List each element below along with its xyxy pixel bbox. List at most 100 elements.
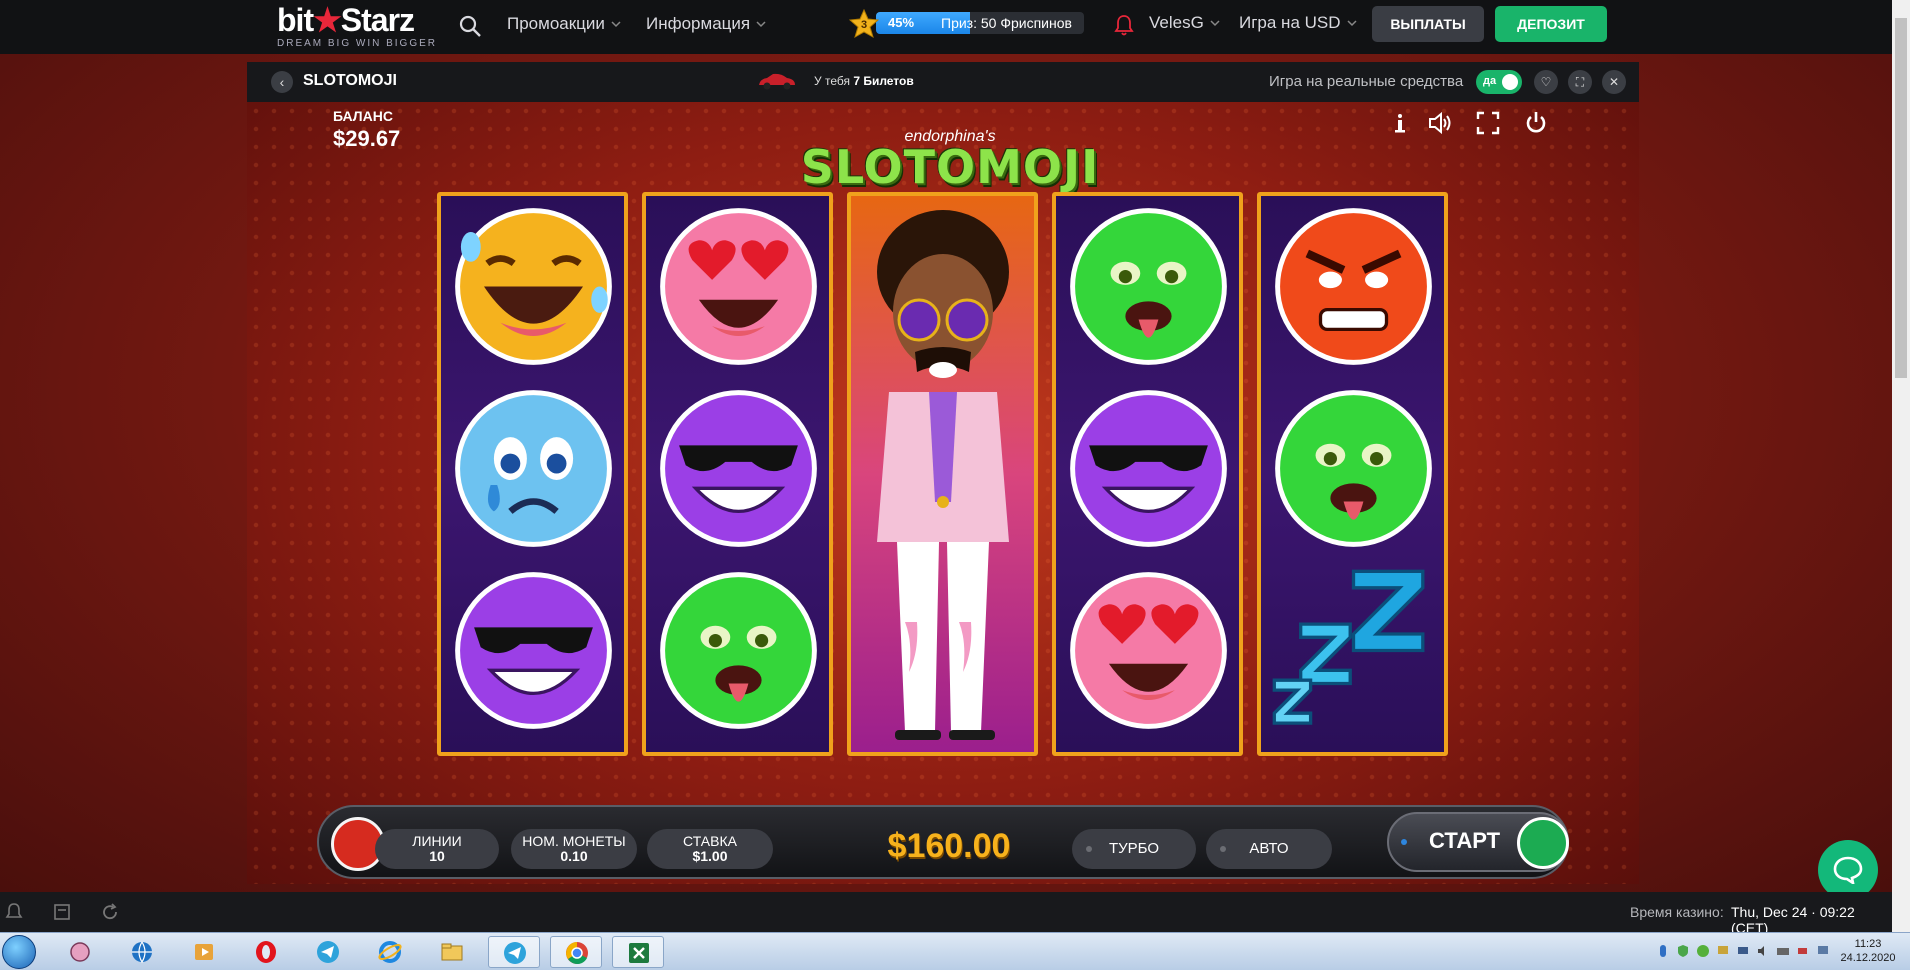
tickets-info: У тебя 7 Билетов — [814, 74, 914, 88]
logo-text-a: bit — [277, 2, 314, 38]
tray-shield-icon[interactable] — [1676, 944, 1690, 958]
game-canvas[interactable]: БАЛАНС $29.67 endorphina's SLOTOMOJI ЛИН… — [247, 102, 1639, 884]
tray-check-icon[interactable] — [1696, 944, 1710, 958]
telegram-app-2-icon[interactable] — [488, 936, 540, 968]
tray-keyboard-icon[interactable] — [1776, 944, 1790, 958]
sick-emoji-icon — [660, 572, 817, 729]
power-icon[interactable] — [1523, 110, 1549, 136]
auto-button[interactable]: АВТО — [1206, 829, 1332, 869]
sick-emoji-icon — [1070, 208, 1227, 365]
tray-flag-icon[interactable] — [1716, 944, 1730, 958]
lines-label: ЛИНИИ — [412, 833, 462, 849]
logo-text-b: Starz — [340, 2, 415, 38]
tray-volume-icon[interactable] — [1756, 944, 1770, 958]
car-icon — [759, 73, 795, 90]
lines-value: 10 — [429, 848, 445, 864]
expand-icon[interactable] — [1475, 110, 1501, 136]
crying-emoji-icon — [455, 390, 612, 547]
tray-bluetooth-icon[interactable] — [1656, 944, 1670, 958]
tickets-count: 7 Билетов — [853, 74, 914, 88]
money-stack-icon — [1517, 817, 1569, 869]
toggle-label: да — [1483, 75, 1497, 87]
username: VelesG — [1149, 13, 1204, 32]
nav-info[interactable]: Информация — [646, 14, 766, 34]
bet-label: СТАВКА — [683, 833, 737, 849]
level-number: 3 — [861, 19, 867, 31]
total-bet: $160.00 — [887, 827, 1011, 865]
logo-tagline: DREAM BIG WIN BIGGER — [277, 38, 438, 49]
progress-prize: Приз: 50 Фриспинов — [941, 15, 1072, 31]
opera-app-icon[interactable] — [240, 936, 292, 968]
clock-time: 11:23 — [1854, 938, 1882, 950]
reel-1 — [437, 192, 628, 756]
site-footer-bar: Время казино: Thu, Dec 24 · 09:22 (CET) — [0, 892, 1892, 936]
close-icon[interactable]: ✕ — [1602, 70, 1626, 94]
clock-date: 24.12.2020 — [1840, 952, 1896, 964]
windows-taskbar: 11:23 24.12.2020 — [0, 932, 1910, 970]
chat-icon[interactable] — [1818, 840, 1878, 900]
logo-star-icon: ★ — [313, 2, 342, 38]
deposit-button[interactable]: ДЕПОЗИТ — [1495, 6, 1607, 42]
paint-app-icon[interactable] — [54, 936, 106, 968]
sunglasses-emoji-icon — [1070, 390, 1227, 547]
bell-icon[interactable] — [1114, 14, 1134, 36]
sound-icon[interactable] — [1427, 110, 1453, 136]
ie-app-icon[interactable] — [364, 936, 416, 968]
turbo-indicator — [1086, 846, 1092, 852]
refresh-icon[interactable] — [100, 902, 120, 922]
user-menu[interactable]: VelesG — [1149, 13, 1220, 33]
currency-select[interactable]: Игра на USD — [1239, 13, 1357, 33]
media-player-app-icon[interactable] — [178, 936, 230, 968]
fullscreen-icon[interactable]: ⛶ — [1568, 70, 1592, 94]
chrome-app-icon[interactable] — [550, 936, 602, 968]
level-star-icon[interactable]: 3 — [849, 9, 879, 39]
auto-indicator — [1220, 846, 1226, 852]
page-scrollbar[interactable] — [1892, 0, 1910, 932]
coin-control[interactable]: НОМ. МОНЕТЫ 0.10 — [511, 829, 637, 869]
explorer-app-icon[interactable] — [426, 936, 478, 968]
reel-2 — [642, 192, 833, 756]
start-spin-button[interactable]: СТАРТ — [1387, 812, 1569, 872]
loyalty-progress[interactable]: 45% Приз: 50 Фриспинов — [876, 12, 1084, 34]
balance-value: $29.67 — [333, 126, 401, 151]
payout-button[interactable]: ВЫПЛАТЫ — [1372, 6, 1484, 42]
chevron-down-icon — [756, 21, 766, 28]
search-icon[interactable] — [458, 14, 482, 38]
tray-monitor-icon[interactable] — [1816, 944, 1830, 958]
angry-emoji-icon — [1275, 208, 1432, 365]
scroll-thumb[interactable] — [1895, 18, 1907, 378]
windows-start-icon[interactable] — [2, 935, 36, 969]
game-logo: SLOTOMOJI — [800, 140, 1100, 194]
notification-bell-icon[interactable] — [4, 902, 24, 922]
game-header: ‹ SLOTOMOJI У тебя 7 Билетов Игра на реа… — [247, 62, 1639, 102]
telegram-app-icon[interactable] — [302, 936, 354, 968]
disco-wild-character-icon — [877, 210, 1009, 740]
bet-control[interactable]: СТАВКА $1.00 — [647, 829, 773, 869]
casino-time-label: Время казино: — [1630, 904, 1724, 920]
reel-4 — [1052, 192, 1243, 756]
tray-network-icon[interactable] — [1736, 944, 1750, 958]
chevron-down-icon — [1346, 20, 1357, 27]
back-icon[interactable]: ‹ — [271, 71, 293, 93]
excel-app-icon[interactable] — [612, 936, 664, 968]
lines-control[interactable]: ЛИНИИ 10 — [375, 829, 499, 869]
globe-app-icon[interactable] — [116, 936, 168, 968]
coin-label: НОМ. МОНЕТЫ — [522, 833, 626, 849]
toggle-knob — [1502, 74, 1518, 90]
nav-promotions-label: Промоакции — [507, 14, 605, 33]
system-clock[interactable]: 11:23 24.12.2020 — [1836, 937, 1900, 965]
real-money-toggle[interactable]: да — [1476, 70, 1522, 94]
nav-promotions[interactable]: Промоакции — [507, 14, 621, 34]
turbo-label: ТУРБО — [1108, 840, 1160, 857]
sunglasses-emoji-icon — [455, 572, 612, 729]
chevron-down-icon — [1210, 20, 1220, 27]
info-icon[interactable] — [1387, 110, 1413, 136]
chevron-down-icon — [611, 21, 621, 28]
bitstarz-logo[interactable]: bit★Starz DREAM BIG WIN BIGGER — [277, 2, 437, 52]
calculator-icon[interactable] — [52, 902, 72, 922]
site-header: bit★Starz DREAM BIG WIN BIGGER Промоакци… — [0, 0, 1892, 54]
heart-icon[interactable]: ♡ — [1534, 70, 1558, 94]
turbo-button[interactable]: ТУРБО — [1072, 829, 1196, 869]
heart-eyes-emoji-icon — [1070, 572, 1227, 729]
tray-power-icon[interactable] — [1796, 944, 1810, 958]
